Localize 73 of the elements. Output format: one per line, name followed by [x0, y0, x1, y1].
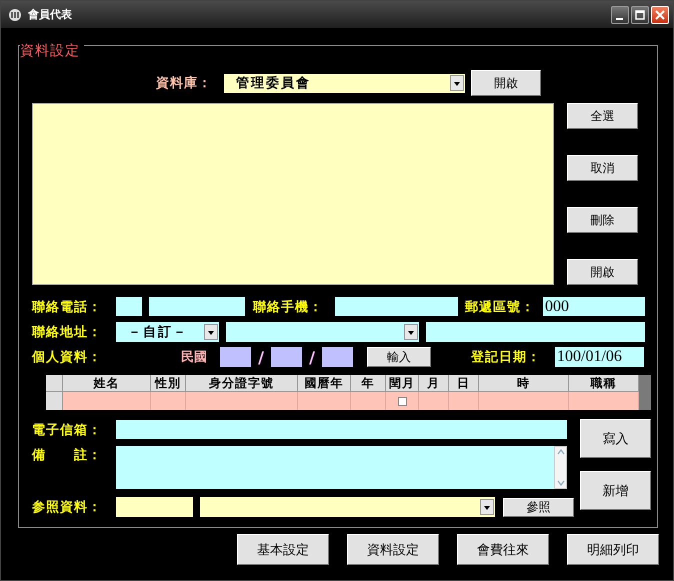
list-box[interactable] — [32, 103, 554, 285]
column-header[interactable]: 姓名 — [63, 375, 151, 392]
column-header[interactable]: 閏月 — [386, 375, 419, 392]
minimize-icon — [616, 18, 622, 20]
button[interactable]: 新增 — [580, 471, 651, 510]
field-label: 郵遞區號： — [465, 298, 536, 316]
column-header[interactable]: 職稱 — [569, 375, 639, 392]
button[interactable]: 刪除 — [567, 207, 638, 233]
app-icon — [8, 8, 22, 22]
column-header[interactable]: 性別 — [151, 375, 186, 392]
scroll-up-icon — [556, 448, 566, 456]
window-title: 會員代表 — [28, 7, 72, 22]
button[interactable]: 資料設定 — [347, 534, 439, 565]
dropdown-field[interactable]: －自訂－ — [116, 322, 219, 342]
column-header[interactable]: 月 — [419, 375, 449, 392]
button[interactable]: 明細列印 — [567, 534, 659, 565]
input-field[interactable] — [116, 297, 142, 316]
column-header[interactable]: 日 — [449, 375, 479, 392]
input-field[interactable]: 000 — [543, 297, 645, 316]
date-separator: / — [257, 348, 265, 366]
group-title: 資料設定 — [20, 42, 84, 60]
button[interactable]: 開啟 — [471, 70, 541, 96]
minimize-button[interactable] — [611, 6, 629, 24]
dropdown-field[interactable]: 管理委員會 — [224, 74, 465, 92]
maximize-button[interactable] — [631, 6, 649, 24]
field-label: 備 註： — [32, 446, 103, 464]
field-label: 登記日期： — [471, 349, 542, 366]
button[interactable]: 取消 — [567, 155, 638, 181]
table-cell — [151, 392, 186, 410]
table-cell — [569, 392, 639, 410]
input-field[interactable] — [271, 347, 302, 367]
input-field[interactable] — [335, 297, 458, 316]
input-field[interactable]: 100/01/06 — [555, 347, 644, 367]
dropdown-field[interactable] — [200, 497, 495, 517]
button[interactable]: 參照 — [503, 498, 574, 516]
button[interactable]: 輸入 — [367, 347, 431, 367]
column-header[interactable]: 國曆年 — [298, 375, 351, 392]
button[interactable]: 開啟 — [567, 259, 638, 285]
button[interactable]: 寫入 — [580, 419, 651, 458]
maximize-icon — [635, 10, 645, 20]
era-label: 民國 — [181, 349, 208, 366]
input-field[interactable] — [426, 322, 645, 342]
button[interactable]: 會費往來 — [457, 534, 549, 565]
field-label: 参照資料： — [32, 499, 103, 516]
input-field[interactable] — [322, 347, 353, 367]
input-field[interactable] — [220, 347, 251, 367]
field-label: 聯絡地址： — [32, 324, 103, 341]
table-cell — [298, 392, 351, 410]
dropdown-field[interactable] — [226, 322, 419, 342]
header-corner — [46, 375, 63, 392]
field-label: 個人資料： — [32, 349, 103, 366]
close-icon — [655, 10, 665, 20]
button[interactable]: 基本設定 — [237, 534, 329, 565]
checkbox[interactable] — [398, 396, 406, 406]
table-cell — [449, 392, 479, 410]
input-field[interactable] — [116, 420, 567, 439]
column-header[interactable]: 時 — [479, 375, 569, 392]
input-field[interactable] — [149, 297, 245, 316]
field-label: 聯絡電話： — [32, 298, 103, 316]
column-header[interactable]: 身分證字號 — [186, 375, 298, 392]
column-header[interactable]: 年 — [351, 375, 386, 392]
field-label: 聯絡手機： — [253, 298, 324, 316]
close-button[interactable] — [651, 6, 669, 24]
field-label: 電子信箱： — [32, 422, 103, 438]
scroll-down-icon — [556, 479, 566, 487]
input-field[interactable] — [116, 497, 193, 517]
scrollbar[interactable] — [554, 446, 567, 489]
scrollbar[interactable] — [639, 375, 651, 410]
field-label: 資料庫： — [156, 74, 213, 92]
button[interactable]: 全選 — [567, 103, 638, 129]
text-area[interactable] — [116, 446, 567, 489]
date-separator: / — [308, 348, 316, 366]
row-header[interactable] — [46, 392, 63, 410]
